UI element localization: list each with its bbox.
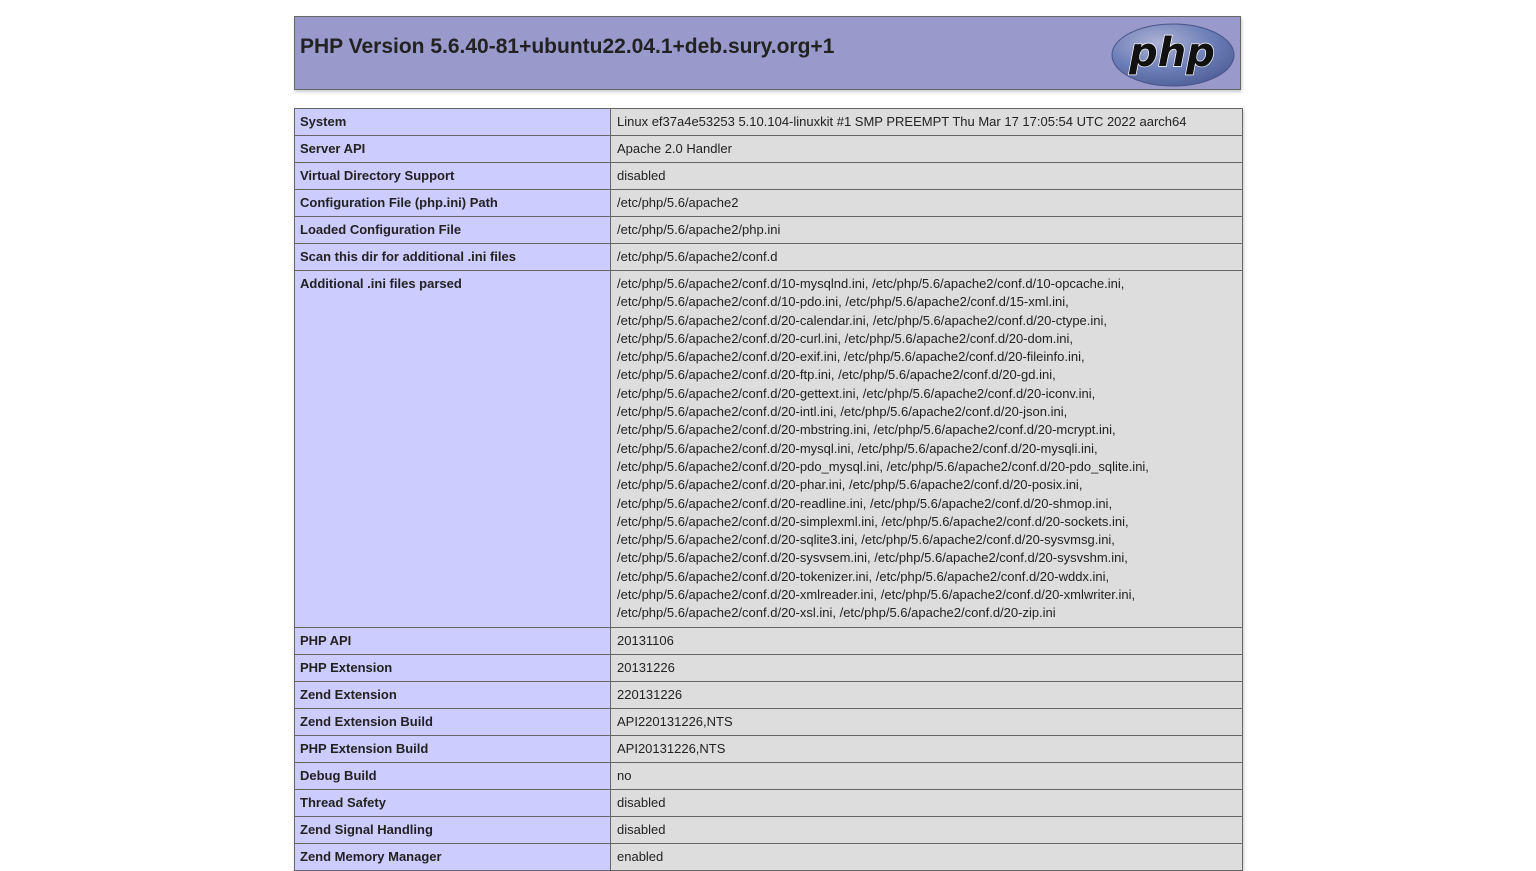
ini-file-line: /etc/php/5.6/apache2/conf.d/10-mysqlnd.i… [617,276,1125,291]
table-row: Virtual Directory Support disabled [294,162,1243,190]
row-label: Configuration File (php.ini) Path [294,189,611,217]
table-row: Scan this dir for additional .ini files /… [294,243,1243,271]
table-row: Zend Memory Manager enabled [294,842,1243,871]
ini-file-line: /etc/php/5.6/apache2/conf.d/20-xmlreader… [617,587,1136,603]
ini-file-line: /etc/php/5.6/apache2/conf.d/20-intl.ini,… [617,404,1068,420]
ini-file-line: /etc/php/5.6/apache2/conf.d/20-ftp.ini, … [617,367,1056,383]
row-label: PHP Extension Build [294,734,611,763]
ini-file-line: /etc/php/5.6/apache2/conf.d/20-gettext.i… [617,385,1096,401]
ini-file-line: /etc/php/5.6/apache2/conf.d/20-exif.ini,… [617,349,1085,365]
ini-file-line: /etc/php/5.6/apache2/conf.d/20-simplexml… [617,513,1129,529]
ini-file-line: /etc/php/5.6/apache2/conf.d/20-calendar.… [617,312,1108,328]
table-row: PHP API 20131106 [294,626,1243,655]
ini-file-line: /etc/php/5.6/apache2/conf.d/20-curl.ini,… [617,330,1074,346]
phpinfo-page: PHP Version 5.6.40-81+ubuntu22.04.1+deb.… [0,0,1536,871]
table-row: System Linux ef37a4e53253 5.10.104-linuxk… [294,108,1243,136]
ini-file-line: /etc/php/5.6/apache2/conf.d/20-sysvsem.i… [617,550,1128,566]
row-label: Debug Build [294,761,611,790]
php-info-table: System Linux ef37a4e53253 5.10.104-linuxk… [294,108,1243,871]
row-value: 20131226 [610,653,1243,682]
ini-file-line: /etc/php/5.6/apache2/conf.d/20-mysql.ini… [617,440,1098,456]
php-version-header: PHP Version 5.6.40-81+ubuntu22.04.1+deb.… [294,16,1241,90]
row-value: disabled [610,162,1243,190]
row-label: Zend Extension Build [294,707,611,736]
ini-file-line: /etc/php/5.6/apache2/conf.d/20-sqlite3.i… [617,532,1115,548]
row-value: 220131226 [610,680,1243,709]
ini-file-line: /etc/php/5.6/apache2/conf.d/20-mbstring.… [617,422,1116,438]
row-value: API20131226,NTS [610,734,1243,763]
ini-file-line: /etc/php/5.6/apache2/conf.d/20-xsl.ini, … [617,605,1056,621]
row-value: /etc/php/5.6/apache2 [610,189,1243,217]
row-label: Zend Extension [294,680,611,709]
row-label: Virtual Directory Support [294,162,611,190]
row-label: Zend Signal Handling [294,815,611,844]
table-row: Debug Build no [294,761,1243,790]
php-logo[interactable]: php [1110,22,1236,88]
php-version-title: PHP Version 5.6.40-81+ubuntu22.04.1+deb.… [300,35,835,58]
table-row: Server API Apache 2.0 Handler [294,135,1243,163]
row-label: Thread Safety [294,788,611,817]
row-value: disabled [610,788,1243,817]
table-row: Zend Signal Handling disabled [294,815,1243,844]
table-row: Zend Extension Build API220131226,NTS [294,707,1243,736]
ini-file-line: /etc/php/5.6/apache2/conf.d/20-pdo_mysql… [617,458,1149,474]
row-value: Apache 2.0 Handler [610,135,1243,163]
row-value: /etc/php/5.6/apache2/php.ini [610,216,1243,244]
additional-ini-value: /etc/php/5.6/apache2/conf.d/10-mysqlnd.i… [610,270,1243,628]
row-label: Scan this dir for additional .ini files [294,243,611,271]
row-value: disabled [610,815,1243,844]
row-value: 20131106 [610,626,1243,655]
table-row: Zend Extension 220131226 [294,680,1243,709]
row-label: PHP API [294,626,611,655]
ini-file-line: /etc/php/5.6/apache2/conf.d/20-readline.… [617,495,1113,511]
table-row: Additional .ini files parsed /etc/php/5.… [294,270,1243,628]
row-value: API220131226,NTS [610,707,1243,736]
php-logo-text: php [1128,30,1215,76]
row-label: System [294,108,611,136]
table-row: Loaded Configuration File/etc/php/5.6/ap… [294,216,1243,244]
table-row: Configuration File (php.ini) Path/etc/ph… [294,189,1243,217]
table-row: PHP Extension 20131226 [294,653,1243,682]
row-label: Zend Memory Manager [294,842,611,871]
ini-file-line: /etc/php/5.6/apache2/conf.d/10-pdo.ini, … [617,294,1069,310]
row-value: enabled [610,842,1243,871]
row-label: Server API [294,135,611,163]
row-label: PHP Extension [294,653,611,682]
table-row: Thread Safety disabled [294,788,1243,817]
row-value: /etc/php/5.6/apache2/conf.d [610,243,1243,271]
row-value: Linux ef37a4e53253 5.10.104-linuxkit #1 … [610,108,1243,136]
table-row: PHP Extension Build API20131226,NTS [294,734,1243,763]
ini-file-line: /etc/php/5.6/apache2/conf.d/20-tokenizer… [617,568,1110,584]
row-label: Loaded Configuration File [294,216,611,244]
row-label: Additional .ini files parsed [294,270,611,628]
ini-file-line: /etc/php/5.6/apache2/conf.d/20-phar.ini,… [617,477,1083,493]
row-value: no [610,761,1243,790]
